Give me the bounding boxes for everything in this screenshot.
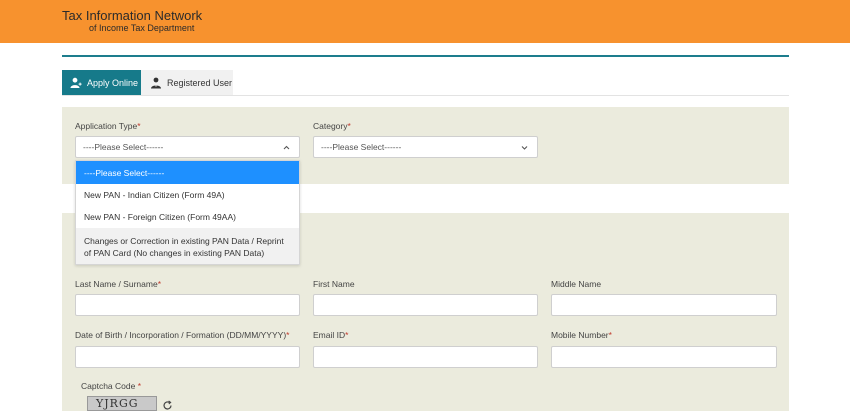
mobile-input[interactable] [551,346,777,368]
tab-apply-online-label: Apply Online [87,77,139,88]
chevron-down-icon [520,143,529,152]
dropdown-option[interactable]: New PAN - Foreign Citizen (Form 49AA) [76,206,299,228]
chevron-up-icon [282,143,291,152]
category-value: ----Please Select------ [321,142,402,152]
site-header: Tax Information Network of Income Tax De… [0,0,850,43]
email-label: Email ID* [313,330,349,340]
email-input[interactable] [313,346,538,368]
site-subtitle: of Income Tax Department [89,23,195,33]
application-type-select[interactable]: ----Please Select------ [75,136,300,158]
application-type-label: Application Type* [75,121,141,131]
dropdown-option[interactable]: ----Please Select------ [76,161,299,184]
dob-label: Date of Birth / Incorporation / Formatio… [75,330,290,340]
middle-name-label: Middle Name [551,279,602,289]
tab-underline [62,95,789,96]
application-type-value: ----Please Select------ [83,142,164,152]
last-name-label: Last Name / Surname* [75,279,161,289]
captcha-label: Captcha Code * [81,381,142,391]
dob-input[interactable] [75,346,300,368]
application-type-dropdown: ----Please Select------ New PAN - Indian… [75,160,300,265]
captcha-image: YJRGG [87,396,157,411]
category-label: Category* [313,121,351,131]
dropdown-option[interactable]: Changes or Correction in existing PAN Da… [76,228,299,264]
divider [62,55,789,57]
first-name-input[interactable] [313,294,538,316]
mobile-label: Mobile Number* [551,330,612,340]
middle-name-input[interactable] [551,294,777,316]
tab-apply-online[interactable]: Apply Online [62,70,141,95]
refresh-icon[interactable] [162,398,173,410]
last-name-input[interactable] [75,294,300,316]
tab-registered-user[interactable]: Registered User [141,70,233,95]
category-select[interactable]: ----Please Select------ [313,136,538,158]
dropdown-option[interactable]: New PAN - Indian Citizen (Form 49A) [76,184,299,206]
user-tie-icon [150,77,162,89]
site-title: Tax Information Network [62,8,203,23]
first-name-label: First Name [313,279,355,289]
user-plus-icon [70,77,82,89]
tab-registered-user-label: Registered User [167,77,233,88]
